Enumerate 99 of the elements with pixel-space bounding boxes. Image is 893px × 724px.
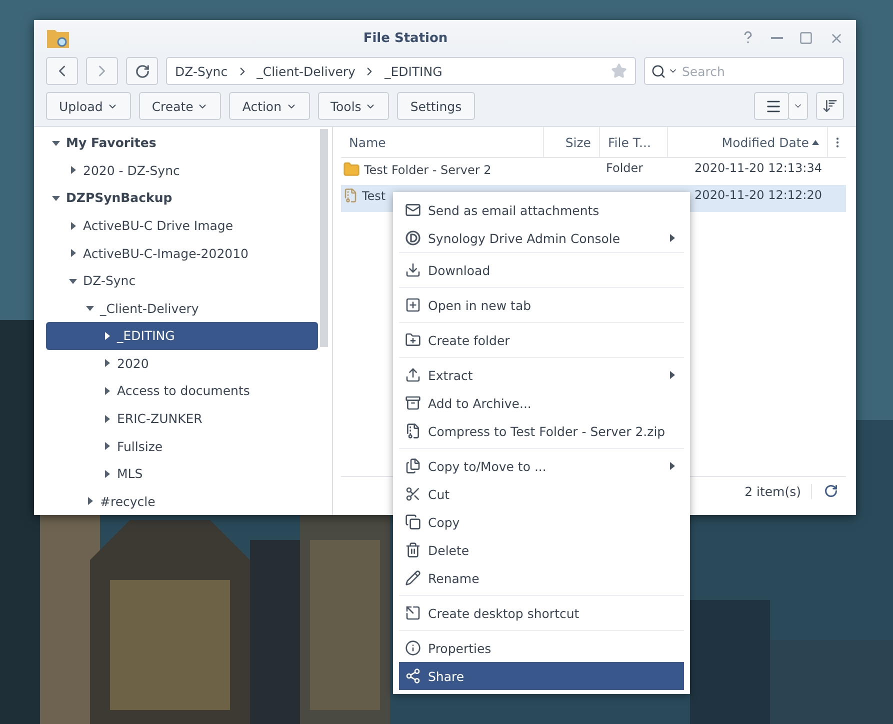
- menu-item[interactable]: Add to Archive...: [399, 389, 684, 417]
- search-icon: [651, 64, 666, 78]
- back-button[interactable]: [46, 57, 78, 85]
- window-title: File Station: [362, 30, 449, 46]
- breadcrumb[interactable]: _EDITING: [384, 64, 442, 78]
- tree-item[interactable]: My Favorites: [46, 129, 318, 157]
- caret-right-icon[interactable]: [69, 222, 77, 230]
- menu-item[interactable]: Send as email attachments: [399, 196, 684, 224]
- sort-button[interactable]: [816, 92, 844, 120]
- column-header[interactable]: Size: [544, 127, 600, 157]
- caret-right-icon[interactable]: [86, 497, 94, 506]
- caret-right-icon[interactable]: [668, 462, 676, 470]
- tree-item[interactable]: ERIC-ZUNKER: [46, 404, 318, 432]
- archive-file-icon: [405, 423, 421, 439]
- caret-down-icon[interactable]: [52, 138, 60, 147]
- search-field[interactable]: Search: [644, 57, 844, 85]
- tree-item[interactable]: MLS: [46, 460, 318, 488]
- scrollbar[interactable]: [320, 129, 328, 347]
- caret-right-icon[interactable]: [103, 470, 111, 478]
- caret-down-icon[interactable]: [52, 194, 60, 202]
- menu-item[interactable]: Synology Drive Admin Console: [399, 224, 684, 252]
- maximize-icon: [799, 31, 813, 45]
- file-name: Test: [362, 188, 386, 202]
- caret-right-icon[interactable]: [69, 166, 77, 174]
- folder-icon: [343, 161, 360, 178]
- caret-down-icon[interactable]: [69, 276, 77, 285]
- refresh-icon[interactable]: [824, 484, 838, 498]
- tree-item[interactable]: ActiveBU-C Drive Image: [46, 212, 318, 240]
- file-type: Folder: [606, 161, 644, 175]
- caret-right-icon[interactable]: [668, 234, 676, 242]
- tree-item[interactable]: DZPSynBackup: [46, 184, 318, 212]
- download-icon: [405, 262, 421, 278]
- menu-item[interactable]: Copy: [399, 508, 684, 536]
- toolbar-button[interactable]: Create: [138, 92, 222, 120]
- column-header[interactable]: Modified Date: [668, 127, 828, 157]
- star-icon[interactable]: [611, 63, 627, 79]
- pencil-icon: [405, 570, 421, 586]
- menu-item[interactable]: Compress to Test Folder - Server 2.zip: [399, 417, 684, 445]
- modified-date: 2020-11-20 12:12:20: [694, 188, 822, 202]
- caret-right-icon[interactable]: [103, 386, 111, 395]
- menu-item[interactable]: Create desktop shortcut: [399, 599, 684, 627]
- menu-item[interactable]: Rename: [399, 564, 684, 592]
- tree-item[interactable]: #recycle: [46, 488, 318, 515]
- toolbar-button[interactable]: Upload: [46, 92, 131, 120]
- path-field[interactable]: DZ-Sync _Client-Delivery _EDITING: [166, 57, 636, 85]
- caret-right-icon[interactable]: [103, 414, 111, 423]
- menu-item[interactable]: Properties: [399, 634, 684, 662]
- copy-icon: [405, 514, 421, 530]
- new-tab-icon: [405, 297, 421, 313]
- caret-right-icon[interactable]: [103, 332, 111, 340]
- list-view-button[interactable]: [754, 92, 789, 120]
- tree-item[interactable]: ActiveBU-C-Image-202010: [46, 239, 318, 267]
- sort-icon: [822, 98, 838, 114]
- column-header[interactable]: Name: [341, 127, 544, 157]
- menu-item[interactable]: Copy to/Move to ...: [399, 452, 684, 480]
- toolbar-button[interactable]: Tools: [318, 92, 390, 120]
- toolbar-button[interactable]: Settings: [397, 92, 475, 120]
- file-row[interactable]: Test Folder - Server 2 Folder 2020-11-20 12:13:34: [341, 158, 846, 185]
- tree-item[interactable]: 2020: [46, 350, 318, 378]
- file-name: Test Folder - Server 2: [364, 162, 492, 176]
- tree-item[interactable]: Access to documents: [46, 377, 318, 405]
- column-header[interactable]: File T...: [600, 127, 668, 157]
- menu-item[interactable]: Share: [399, 662, 684, 690]
- caret-right-icon[interactable]: [103, 442, 111, 450]
- tree-item[interactable]: _EDITING: [46, 322, 318, 350]
- menu-item[interactable]: Extract: [399, 361, 684, 389]
- envelope-icon: [405, 202, 421, 218]
- scissors-icon: [405, 486, 421, 502]
- breadcrumb[interactable]: _Client-Delivery: [256, 64, 356, 78]
- menu-item[interactable]: Create folder: [399, 326, 684, 354]
- share-icon: [405, 668, 421, 684]
- menu-item[interactable]: Download: [399, 256, 684, 284]
- caret-right-icon[interactable]: [103, 359, 111, 368]
- files-icon: [405, 458, 421, 474]
- folder-plus-icon: [405, 332, 421, 348]
- menu-item[interactable]: Delete: [399, 536, 684, 564]
- menu-item[interactable]: Cut: [399, 480, 684, 508]
- tree-item[interactable]: DZ-Sync: [46, 266, 318, 294]
- archive-file-icon: [343, 188, 358, 203]
- info-icon: [405, 640, 421, 656]
- archive-icon: [405, 395, 421, 411]
- folder-search-icon: [46, 27, 70, 49]
- caret-down-icon[interactable]: [86, 304, 94, 312]
- breadcrumb[interactable]: DZ-Sync: [175, 64, 228, 78]
- tree-item[interactable]: 2020 - DZ-Sync: [46, 156, 318, 184]
- shortcut-arrow-icon: [405, 605, 421, 621]
- item-count: 2 item(s): [744, 484, 812, 498]
- refresh-button[interactable]: [126, 57, 158, 85]
- caret-right-icon[interactable]: [69, 249, 77, 258]
- tree-item[interactable]: _Client-Delivery: [46, 294, 318, 322]
- toolbar-button[interactable]: Action: [229, 92, 310, 120]
- trash-icon: [405, 542, 421, 558]
- refresh-icon: [134, 64, 150, 78]
- tree-item[interactable]: Fullsize: [46, 432, 318, 460]
- modified-date: 2020-11-20 12:13:34: [694, 161, 822, 175]
- upload-icon: [405, 367, 421, 383]
- menu-item[interactable]: Open in new tab: [399, 291, 684, 319]
- caret-right-icon[interactable]: [668, 371, 676, 379]
- drive-logo-icon: [405, 230, 421, 246]
